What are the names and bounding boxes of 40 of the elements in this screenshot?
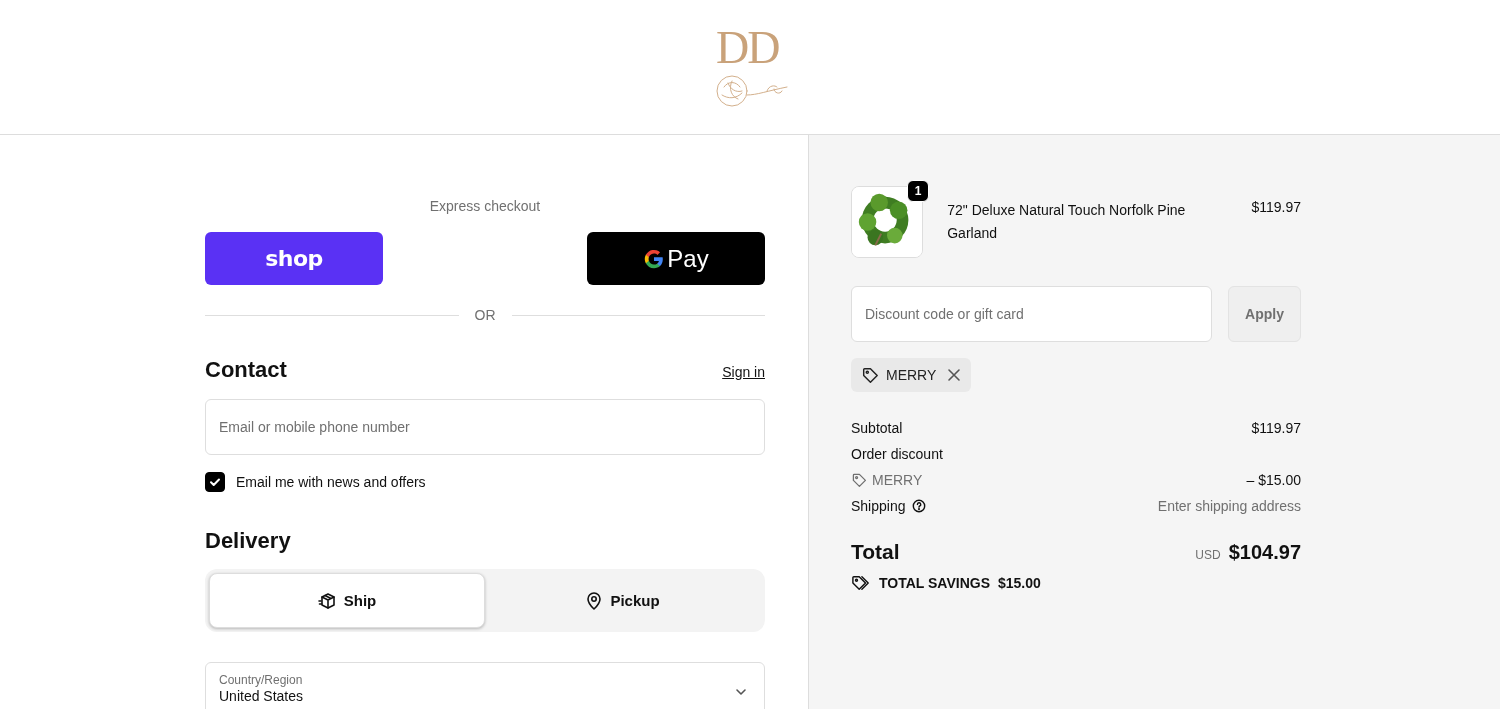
divider-label: OR <box>474 307 496 323</box>
summary-label: Subtotal <box>851 420 903 436</box>
express-checkout-title: Express checkout <box>428 198 542 214</box>
checkbox-label: Email me with news and offers <box>236 474 426 490</box>
tags-icon <box>851 574 871 592</box>
summary-label: Order discount <box>851 446 944 462</box>
total-label: Total <box>851 540 900 564</box>
shop-pay-button[interactable]: shop <box>205 232 383 285</box>
quantity-badge: 1 <box>907 180 929 202</box>
product-name: 72" Deluxe Natural Touch Norfolk Pine Garland <box>947 201 1187 243</box>
summary-value: $119.97 <box>1251 420 1301 436</box>
package-icon <box>317 591 336 610</box>
product-price: $119.97 <box>1251 199 1301 215</box>
currency-code: USD <box>1195 548 1221 562</box>
summary-label: Shipping <box>851 498 906 514</box>
discount-code: MERRY <box>872 472 923 488</box>
sign-in-link[interactable]: Sign in <box>722 364 765 380</box>
discount-code: MERRY <box>886 367 937 383</box>
location-pin-icon <box>586 591 603 610</box>
savings-label: TOTAL SAVINGS <box>879 575 990 591</box>
total-amount: $104.97 <box>1228 541 1301 564</box>
google-g-icon <box>643 247 666 270</box>
checkbox[interactable] <box>205 472 225 492</box>
close-icon[interactable] <box>947 368 962 382</box>
summary-value: Enter shipping address <box>1157 498 1301 514</box>
delivery-tab[interactable]: Pickup <box>485 573 761 628</box>
apply-button[interactable]: Apply <box>1228 286 1301 342</box>
tag-icon <box>861 366 879 384</box>
logo: DD <box>716 23 780 74</box>
help-icon[interactable] <box>911 499 926 513</box>
savings-amount: $15.00 <box>998 575 1041 591</box>
country-select[interactable]: Country/Region United States <box>205 662 765 709</box>
section-heading: Contact <box>205 357 287 383</box>
google-pay-button[interactable]: Pay <box>587 232 765 285</box>
section-heading: Delivery <box>205 528 292 554</box>
tag-icon <box>851 472 867 488</box>
delivery-tab[interactable]: Ship <box>209 573 485 628</box>
discount-amount: – $15.00 <box>1246 472 1301 488</box>
discount-code-field[interactable]: Discount code or gift card <box>851 286 1212 342</box>
email-field[interactable]: Email or mobile phone number <box>205 399 765 455</box>
